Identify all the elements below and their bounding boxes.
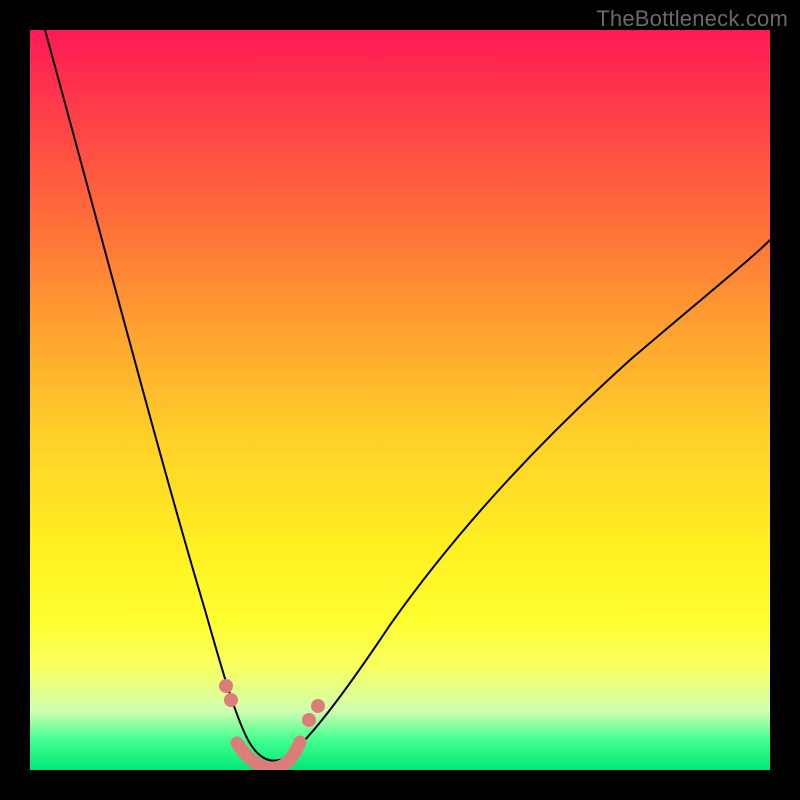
bottleneck-curve xyxy=(45,30,770,761)
bottleneck-curve-svg xyxy=(30,30,770,770)
curve-marker-left-lower xyxy=(224,693,238,707)
curve-marker-right-upper xyxy=(311,699,325,713)
curve-marker-right-lower xyxy=(302,713,316,727)
curve-marker-left-upper xyxy=(219,679,233,693)
chart-plot-area xyxy=(30,30,770,770)
curve-bottom-u-marker xyxy=(237,742,300,768)
watermark-text: TheBottleneck.com xyxy=(596,6,788,32)
